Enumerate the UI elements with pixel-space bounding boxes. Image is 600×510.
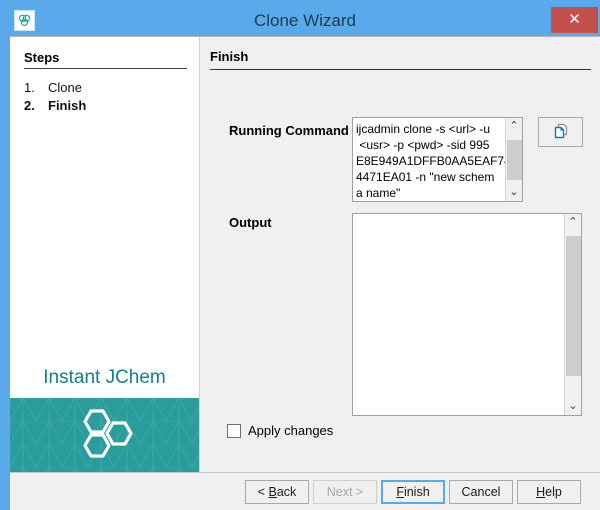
help-suffix: elp — [545, 485, 562, 499]
brand-name: Instant JChem — [10, 367, 199, 389]
apply-changes-label: Apply changes — [248, 423, 333, 438]
cancel-label: Cancel — [462, 485, 501, 499]
dialog-body: Steps 1. Clone 2. Finish Instant JChem — [10, 36, 600, 510]
back-suffix: ack — [277, 485, 296, 499]
running-command-value: ijcadmin clone -s <url> -u <usr> -p <pwd… — [356, 121, 505, 201]
output-label: Output — [229, 215, 272, 230]
back-button[interactable]: < Back — [245, 480, 309, 504]
scroll-thumb[interactable] — [566, 236, 581, 376]
back-mnemonic: B — [268, 485, 276, 499]
step-number: 2. — [24, 97, 48, 114]
running-command-textarea[interactable]: ijcadmin clone -s <url> -u <usr> -p <pwd… — [352, 117, 523, 202]
scroll-up-icon[interactable]: ⌃ — [506, 118, 522, 135]
help-button[interactable]: Help — [517, 480, 581, 504]
back-prefix: < — [258, 485, 269, 499]
button-bar: < Back Next > Finish Cancel Help — [10, 472, 600, 510]
finish-mnemonic: F — [396, 485, 404, 499]
apply-changes-checkbox[interactable] — [227, 424, 241, 438]
clone-wizard-window: Clone Wizard ✕ Steps 1. Clone 2. Finish … — [0, 0, 600, 510]
window-title: Clone Wizard — [5, 5, 600, 36]
scroll-down-icon[interactable]: ⌄ — [506, 184, 522, 201]
title-bar: Clone Wizard ✕ — [5, 5, 600, 36]
scroll-thumb[interactable] — [507, 140, 522, 180]
hexagons-logo — [72, 407, 138, 465]
next-label: Next > — [327, 485, 363, 499]
steps-list: 1. Clone 2. Finish — [24, 79, 189, 115]
step-label: Finish — [48, 97, 86, 114]
next-button[interactable]: Next > — [313, 480, 377, 504]
copy-icon — [551, 122, 571, 142]
content-panel: Finish Running Command ijcadmin clone -s… — [201, 37, 600, 474]
scroll-up-icon[interactable]: ⌃ — [565, 214, 581, 231]
section-divider — [210, 69, 591, 70]
help-mnemonic: H — [536, 485, 545, 499]
copy-button[interactable] — [538, 117, 583, 147]
step-label: Clone — [48, 79, 82, 96]
section-title: Finish — [210, 49, 248, 64]
cancel-button[interactable]: Cancel — [449, 480, 513, 504]
finish-suffix: inish — [404, 485, 430, 499]
output-scrollbar[interactable]: ⌃ ⌄ — [564, 214, 581, 415]
close-button[interactable]: ✕ — [551, 7, 598, 33]
finish-button[interactable]: Finish — [381, 480, 445, 504]
steps-panel: Steps 1. Clone 2. Finish Instant JChem — [10, 37, 200, 474]
running-command-scrollbar[interactable]: ⌃ ⌄ — [505, 118, 522, 201]
running-command-label: Running Command — [229, 123, 349, 138]
scroll-down-icon[interactable]: ⌄ — [565, 398, 581, 415]
step-item-finish[interactable]: 2. Finish — [24, 97, 189, 114]
brand-banner — [10, 398, 199, 474]
steps-heading: Steps — [24, 50, 187, 69]
output-textarea[interactable]: ⌃ ⌄ — [352, 213, 582, 416]
step-number: 1. — [24, 79, 48, 96]
apply-changes-checkbox-row[interactable]: Apply changes — [227, 423, 333, 438]
step-item-clone[interactable]: 1. Clone — [24, 79, 189, 96]
